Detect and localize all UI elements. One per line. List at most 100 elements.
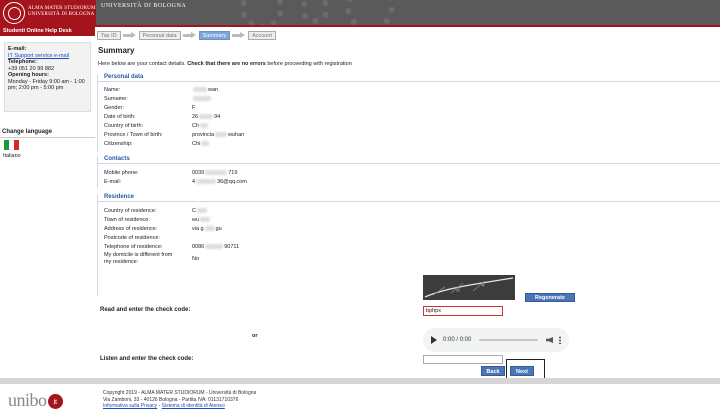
arrow-right-icon (122, 31, 137, 40)
address-row: Address of residence: via g gu (104, 225, 704, 233)
gender-row: Gender: F (104, 104, 704, 112)
country-residence-label: Country of residence: (104, 208, 157, 214)
footer-links: Informativa sulla Privacy - Sistema di i… (103, 403, 225, 409)
gender-label: Gender: (104, 105, 124, 111)
contacts-heading: Contacts (97, 156, 720, 164)
postcode-label: Postcode of residence: (104, 235, 160, 241)
or-text: or (252, 333, 258, 339)
audio-progress-slider[interactable] (479, 339, 538, 341)
dob-value: 26 94 (192, 114, 221, 120)
regenerate-button[interactable]: Regenerate (525, 293, 575, 302)
help-desk-title: Studenti Online Help Desk (0, 27, 95, 36)
email-label: E-mail: (104, 179, 122, 185)
play-icon[interactable] (431, 336, 437, 344)
check-code-input[interactable]: bphpx (423, 306, 503, 316)
italian-flag-icon[interactable] (4, 140, 19, 150)
domicile-label: My domicile is different from my residenc… (104, 252, 173, 265)
name-label: Name: (104, 87, 121, 93)
surname-row: Surname: (104, 95, 704, 103)
step-personal-data: Personal data (138, 30, 181, 40)
change-language-title: Change language (2, 129, 53, 135)
postcode-row: Postcode of residence: (104, 234, 704, 242)
address-value: via g gu (192, 226, 222, 232)
step-tax-id: Tax ID (97, 30, 121, 40)
personal-data-heading: Personal data (97, 74, 720, 82)
language-italiano-link[interactable]: Italiano (3, 153, 21, 159)
page-title: Summary (98, 46, 135, 55)
province-value: provincia wuhan (192, 132, 245, 138)
mobile-row: Mobile phone: 0039 719 (104, 169, 704, 177)
identity-system-link[interactable]: Sistema di identità di Ateneo (162, 403, 225, 409)
email-value: 4 36@qq.com (192, 179, 247, 185)
intro-text: Here below are your contact details. (98, 61, 186, 67)
residence-heading: Residence (97, 194, 720, 202)
citizenship-label: Citizenship: (104, 141, 133, 147)
university-name: UNIVERSITÀ DI BOLOGNA (101, 3, 187, 9)
town-residence-row: Town of residence: wu (104, 216, 704, 224)
name-value: wan (192, 86, 218, 94)
country-birth-row: Country of birth: Ch (104, 122, 704, 130)
audio-player[interactable]: 0:00 / 0:00 (423, 328, 569, 352)
summary-intro: Here below are your contact details. Che… (98, 61, 352, 67)
listen-code-label: Listen and enter the check code: (100, 356, 194, 362)
country-birth-label: Country of birth: (104, 123, 144, 129)
footer-text: Copyright 2019 - ALMA MATER STUDIORUM - … (103, 390, 256, 410)
unibo-logo[interactable]: unibo it (8, 390, 63, 411)
mobile-label: Mobile phone: (104, 170, 139, 176)
listen-code-input[interactable] (423, 355, 503, 364)
gear-decoration-icon (300, 0, 330, 24)
help-desk-box: E-mail: IT Support service e-mail Teleph… (4, 42, 91, 112)
province-label: Province / Town of birth: (104, 132, 163, 138)
intro-bold-text: Check that there are no errors (187, 61, 266, 67)
step-summary: Summary (198, 30, 231, 40)
captcha-image (423, 275, 515, 300)
section-border (97, 74, 98, 152)
town-residence-value: wu (192, 216, 211, 224)
audio-time: 0:00 / 0:00 (443, 337, 472, 343)
country-residence-value: C (192, 207, 208, 215)
check-code-label: Read and enter the check code: (100, 307, 191, 313)
dob-row: Date of birth: 26 94 (104, 113, 704, 121)
intro-text-end: before proceeding with registration (267, 61, 352, 67)
citizenship-value: Chi (192, 140, 210, 148)
surname-value (192, 95, 212, 103)
dob-label: Date of birth: (104, 114, 136, 120)
country-birth-value: Ch (192, 122, 209, 130)
site-header: ALMA MATER STUDIORUM UNIVERSITÀ DI BOLOG… (0, 0, 720, 27)
gender-value: F (192, 105, 196, 111)
gear-decoration-icon (345, 0, 395, 27)
sidebar: Studenti Online Help Desk E-mail: IT Sup… (0, 27, 95, 159)
hours-value: Monday - Friday 9:00 am - 1:00 pm; 2:00 … (8, 78, 85, 92)
next-button[interactable]: Next (510, 366, 534, 376)
surname-label: Surname: (104, 96, 128, 102)
domicile-value: No (192, 256, 200, 262)
citizenship-row: Citizenship: Chi (104, 140, 704, 148)
town-residence-label: Town of residence: (104, 217, 150, 223)
address-label: Address of residence: (104, 226, 158, 232)
logo-text: ALMA MATER STUDIORUM UNIVERSITÀ DI BOLOG… (28, 6, 96, 18)
mobile-value: 0039 719 (192, 170, 238, 176)
footer-bar (0, 378, 720, 384)
more-options-icon[interactable] (559, 336, 561, 344)
arrow-right-icon (182, 31, 197, 40)
step-account: Account (248, 30, 276, 40)
tel-residence-value: 0086 90711 (192, 244, 240, 250)
copyright-text: Copyright 2019 - ALMA MATER STUDIORUM - … (103, 390, 257, 396)
province-row: Province / Town of birth: provincia wuhan (104, 131, 704, 139)
email-row: E-mail: 4 36@qq.com (104, 178, 704, 186)
university-logo[interactable]: ALMA MATER STUDIORUM UNIVERSITÀ DI BOLOG… (0, 0, 96, 27)
section-border (97, 194, 98, 296)
privacy-link[interactable]: Informativa sulla Privacy (103, 403, 157, 409)
header-accent-line (96, 25, 720, 27)
logo-line-2: UNIVERSITÀ DI BOLOGNA (28, 12, 95, 17)
country-residence-row: Country of residence: C (104, 207, 704, 215)
tel-residence-row: Telephone of residence: 0086 90711 (104, 243, 704, 251)
name-row: Name: wan (104, 86, 704, 94)
back-button[interactable]: Back (481, 366, 505, 376)
registration-steps: Tax ID Personal data Summary Account (97, 30, 276, 40)
volume-icon[interactable] (546, 337, 553, 343)
university-seal-icon (3, 2, 25, 24)
gear-decoration-icon (240, 0, 284, 27)
tel-residence-label: Telephone of residence: (104, 244, 163, 250)
section-border (97, 156, 98, 188)
